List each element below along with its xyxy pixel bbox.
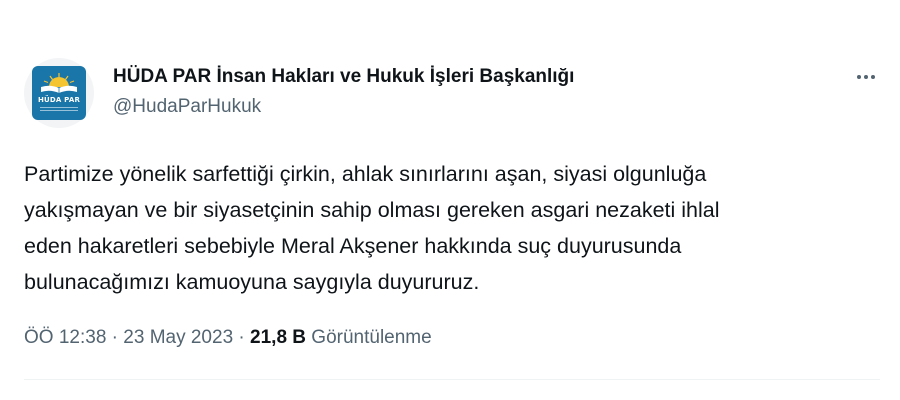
tweet-text: Partimize yönelik sarfettiği çirkin, ahl… xyxy=(24,156,884,300)
tweet: HÜDA PAR HÜDA PAR İnsan Hakları ve Hukuk… xyxy=(0,0,900,400)
views-label: Görüntülenme xyxy=(311,327,432,348)
sun-book-icon xyxy=(41,73,77,93)
meta-separator: · xyxy=(106,327,124,348)
views-count: 21,8 B xyxy=(250,327,307,348)
huda-par-logo: HÜDA PAR xyxy=(32,66,86,120)
tweet-time: ÖÖ 12:38 xyxy=(24,327,107,348)
avatar[interactable]: HÜDA PAR xyxy=(24,58,94,128)
display-name[interactable]: HÜDA PAR İnsan Hakları ve Hukuk İşleri B… xyxy=(113,66,574,88)
ellipsis-horizontal-icon xyxy=(857,75,861,79)
more-options-button[interactable] xyxy=(852,66,880,88)
tweet-date: 23 May 2023 xyxy=(123,327,234,348)
user-handle[interactable]: @HudaParHukuk xyxy=(113,96,261,118)
tweet-text-line: eden hakaretleri sebebiyle Meral Akşener… xyxy=(24,234,682,258)
tweet-timestamp[interactable]: ÖÖ 12:38 · 23 May 2023 xyxy=(24,327,233,348)
ellipsis-dot xyxy=(871,75,875,79)
divider xyxy=(24,379,880,380)
tweet-text-line: Partimize yönelik sarfettiği çirkin, ahl… xyxy=(24,162,707,186)
avatar-logo-underline xyxy=(40,107,78,111)
tweet-meta: ÖÖ 12:38 · 23 May 2023 · 21,8 B Görüntül… xyxy=(24,327,432,349)
tweet-text-line: yakışmayan ve bir siyasetçinin sahip olm… xyxy=(24,198,720,222)
ellipsis-dot xyxy=(864,75,868,79)
tweet-text-line: bulunacağımızı kamuoyuna saygıyla duyuru… xyxy=(24,270,480,294)
avatar-logo-text: HÜDA PAR xyxy=(37,96,81,104)
meta-separator: · xyxy=(233,327,251,348)
views-link[interactable]: 21,8 B Görüntülenme xyxy=(250,327,432,348)
